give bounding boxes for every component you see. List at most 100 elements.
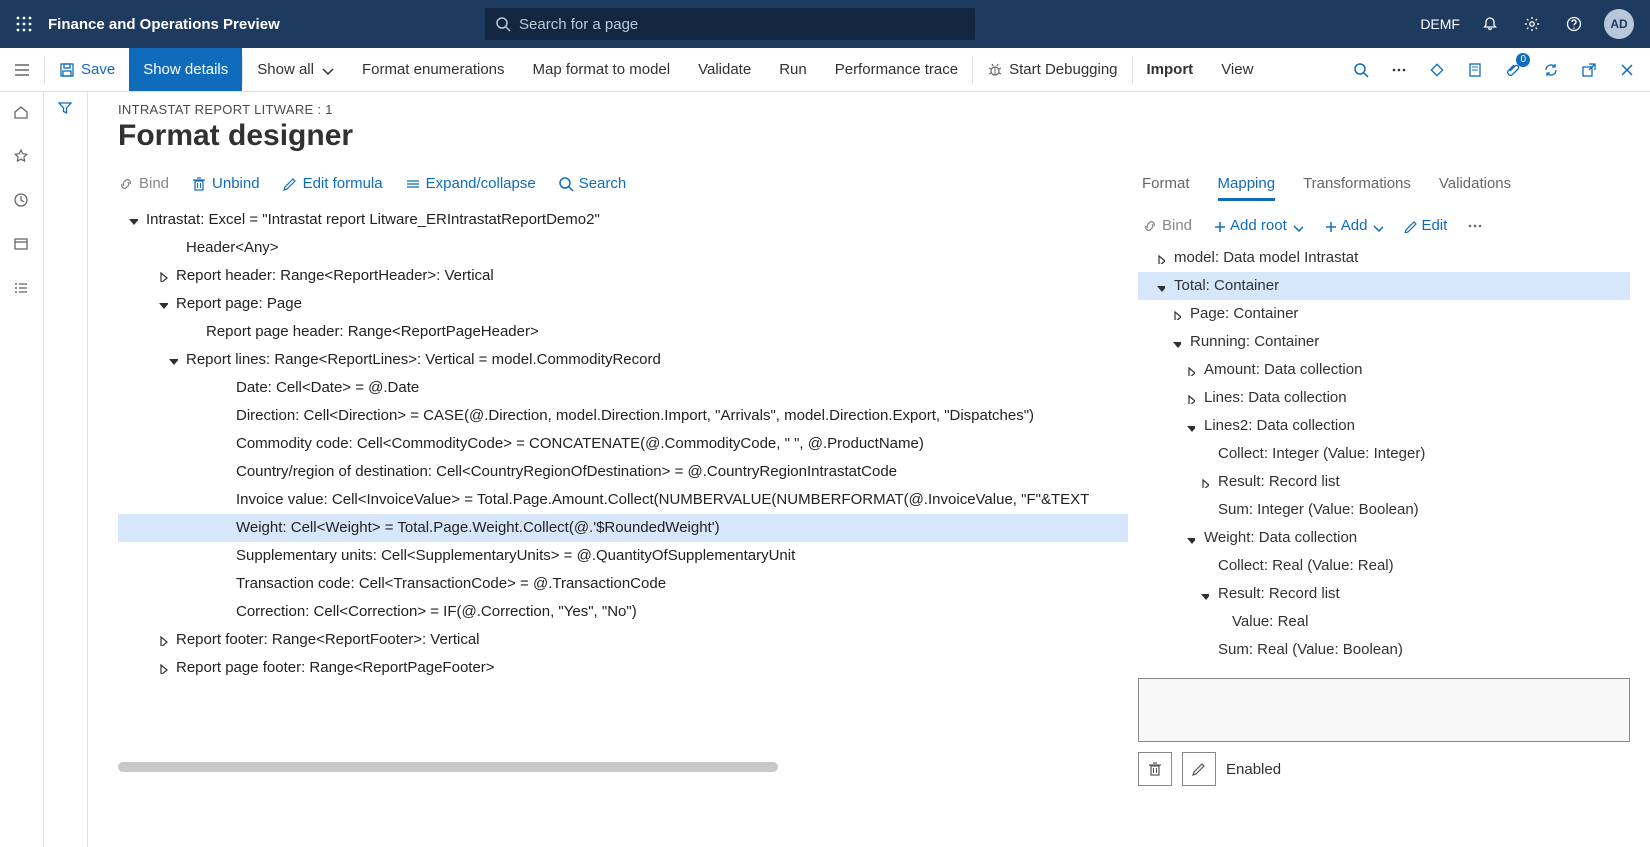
tree-node[interactable]: Correction: Cell<Correction> = IF(@.Corr… — [118, 598, 1128, 626]
nav-toggle-button[interactable] — [0, 48, 44, 91]
link-icon — [1142, 218, 1158, 234]
nav-favorites[interactable] — [11, 146, 33, 168]
mapping-node[interactable]: Page: Container — [1138, 300, 1630, 328]
import-button[interactable]: Import — [1133, 48, 1208, 91]
notifications-button[interactable] — [1478, 12, 1502, 36]
mapping-tree[interactable]: model: Data model Intrastat Total: Conta… — [1138, 244, 1630, 664]
add-button[interactable]: Add — [1323, 217, 1384, 234]
save-icon — [59, 62, 75, 78]
format-tree[interactable]: Intrastat: Excel = "Intrastat report Lit… — [118, 206, 1128, 772]
start-debugging-button[interactable]: Start Debugging — [973, 48, 1131, 91]
global-search[interactable]: Search for a page — [485, 8, 975, 40]
tab-format[interactable]: Format — [1142, 175, 1190, 201]
tree-node[interactable]: Commodity code: Cell<CommodityCode> = CO… — [118, 430, 1128, 458]
mapping-node[interactable]: Running: Container — [1138, 328, 1630, 356]
tree-node[interactable]: Report footer: Range<ReportFooter>: Vert… — [118, 626, 1128, 654]
horizontal-scrollbar[interactable] — [118, 760, 1120, 772]
detail-delete-button[interactable] — [1138, 752, 1172, 786]
filter-button[interactable] — [57, 100, 75, 847]
mapping-node[interactable]: Collect: Real (Value: Real) — [1138, 552, 1630, 580]
trash-icon — [191, 176, 207, 192]
mapping-node[interactable]: Sum: Real (Value: Boolean) — [1138, 636, 1630, 664]
mapping-node[interactable]: Collect: Integer (Value: Integer) — [1138, 440, 1630, 468]
tree-node[interactable]: Report page footer: Range<ReportPageFoot… — [118, 654, 1128, 682]
attachments-badge: 0 — [1516, 53, 1530, 67]
mapping-node[interactable]: model: Data model Intrastat — [1138, 244, 1630, 272]
show-all-button[interactable]: Show all — [243, 48, 348, 91]
mapping-node[interactable]: Lines: Data collection — [1138, 384, 1630, 412]
mapping-node[interactable]: Value: Real — [1138, 608, 1630, 636]
format-pane: Bind Unbind Edit formula Expand/collapse… — [118, 175, 1128, 840]
tree-node[interactable]: Country/region of destination: Cell<Coun… — [118, 458, 1128, 486]
nav-recent[interactable] — [11, 190, 33, 212]
tree-node[interactable]: Supplementary units: Cell<SupplementaryU… — [118, 542, 1128, 570]
mapping-node[interactable]: Sum: Integer (Value: Boolean) — [1138, 496, 1630, 524]
mapping-node[interactable]: Lines2: Data collection — [1138, 412, 1630, 440]
edit-formula-button[interactable]: Edit formula — [282, 175, 383, 192]
add-root-button[interactable]: Add root — [1212, 217, 1303, 234]
tree-node[interactable]: Direction: Cell<Direction> = CASE(@.Dire… — [118, 402, 1128, 430]
tree-node[interactable]: Transaction code: Cell<TransactionCode> … — [118, 570, 1128, 598]
global-header: Finance and Operations Preview Search fo… — [0, 0, 1650, 48]
tab-transformations[interactable]: Transformations — [1303, 175, 1411, 201]
mapping-node[interactable]: Result: Record list — [1138, 468, 1630, 496]
detail-actions: Enabled — [1138, 752, 1630, 786]
validate-button[interactable]: Validate — [684, 48, 765, 91]
help-button[interactable] — [1562, 12, 1586, 36]
tree-node[interactable]: Report page: Page — [118, 290, 1128, 318]
nav-home[interactable] — [11, 102, 33, 124]
nav-workspaces[interactable] — [11, 234, 33, 256]
edit-button[interactable]: Edit — [1403, 217, 1447, 234]
format-enumerations-button[interactable]: Format enumerations — [348, 48, 519, 91]
diamond-button[interactable] — [1426, 59, 1448, 81]
mapping-bind-button[interactable]: Bind — [1142, 217, 1192, 234]
overflow-button[interactable] — [1388, 59, 1410, 81]
performance-trace-button[interactable]: Performance trace — [821, 48, 972, 91]
user-avatar[interactable]: AD — [1604, 9, 1634, 39]
unbind-button[interactable]: Unbind — [191, 175, 260, 192]
chevron-down-icon — [1291, 220, 1303, 232]
enabled-label: Enabled — [1226, 761, 1281, 778]
app-launcher-button[interactable] — [8, 8, 40, 40]
plus-icon — [1212, 219, 1226, 233]
map-format-to-model-button[interactable]: Map format to model — [519, 48, 685, 91]
content-area: INTRASTAT REPORT LITWARE : 1 Format desi… — [88, 92, 1650, 847]
tab-validations[interactable]: Validations — [1439, 175, 1511, 201]
tree-node[interactable]: Header<Any> — [118, 234, 1128, 262]
mapping-node[interactable]: Result: Record list — [1138, 580, 1630, 608]
tree-search-button[interactable]: Search — [558, 175, 627, 192]
show-details-button[interactable]: Show details — [129, 48, 242, 91]
tree-node[interactable]: Date: Cell<Date> = @.Date — [118, 374, 1128, 402]
close-button[interactable] — [1616, 59, 1638, 81]
attachments-button[interactable]: 0 — [1502, 59, 1524, 81]
quick-search-button[interactable] — [1350, 59, 1372, 81]
popout-button[interactable] — [1578, 59, 1600, 81]
save-button[interactable]: Save — [45, 48, 129, 91]
pencil-icon — [1191, 761, 1207, 777]
bind-button[interactable]: Bind — [118, 175, 169, 192]
detail-textbox[interactable] — [1138, 678, 1630, 742]
refresh-button[interactable] — [1540, 59, 1562, 81]
tree-node[interactable]: Report lines: Range<ReportLines>: Vertic… — [118, 346, 1128, 374]
document-button[interactable] — [1464, 59, 1486, 81]
company-code[interactable]: DEMF — [1420, 16, 1460, 32]
mapping-node[interactable]: Weight: Data collection — [1138, 524, 1630, 552]
tree-node[interactable]: Report header: Range<ReportHeader>: Vert… — [118, 262, 1128, 290]
mapping-toolbar: Bind Add root Add Edit — [1138, 217, 1630, 234]
search-placeholder: Search for a page — [519, 16, 638, 33]
view-button[interactable]: View — [1207, 48, 1267, 91]
run-button[interactable]: Run — [765, 48, 821, 91]
mapping-node-selected[interactable]: Total: Container — [1138, 272, 1630, 300]
detail-edit-button[interactable] — [1182, 752, 1216, 786]
tab-mapping[interactable]: Mapping — [1218, 175, 1276, 201]
tree-node-selected[interactable]: Weight: Cell<Weight> = Total.Page.Weight… — [118, 514, 1128, 542]
format-toolbar: Bind Unbind Edit formula Expand/collapse… — [118, 175, 1128, 192]
expand-collapse-button[interactable]: Expand/collapse — [405, 175, 536, 192]
tree-node[interactable]: Report page header: Range<ReportPageHead… — [118, 318, 1128, 346]
tree-node[interactable]: Invoice value: Cell<InvoiceValue> = Tota… — [118, 486, 1128, 514]
mapping-node[interactable]: Amount: Data collection — [1138, 356, 1630, 384]
nav-modules[interactable] — [11, 278, 33, 300]
mapping-overflow-button[interactable] — [1467, 218, 1483, 234]
tree-node[interactable]: Intrastat: Excel = "Intrastat report Lit… — [118, 206, 1128, 234]
settings-button[interactable] — [1520, 12, 1544, 36]
